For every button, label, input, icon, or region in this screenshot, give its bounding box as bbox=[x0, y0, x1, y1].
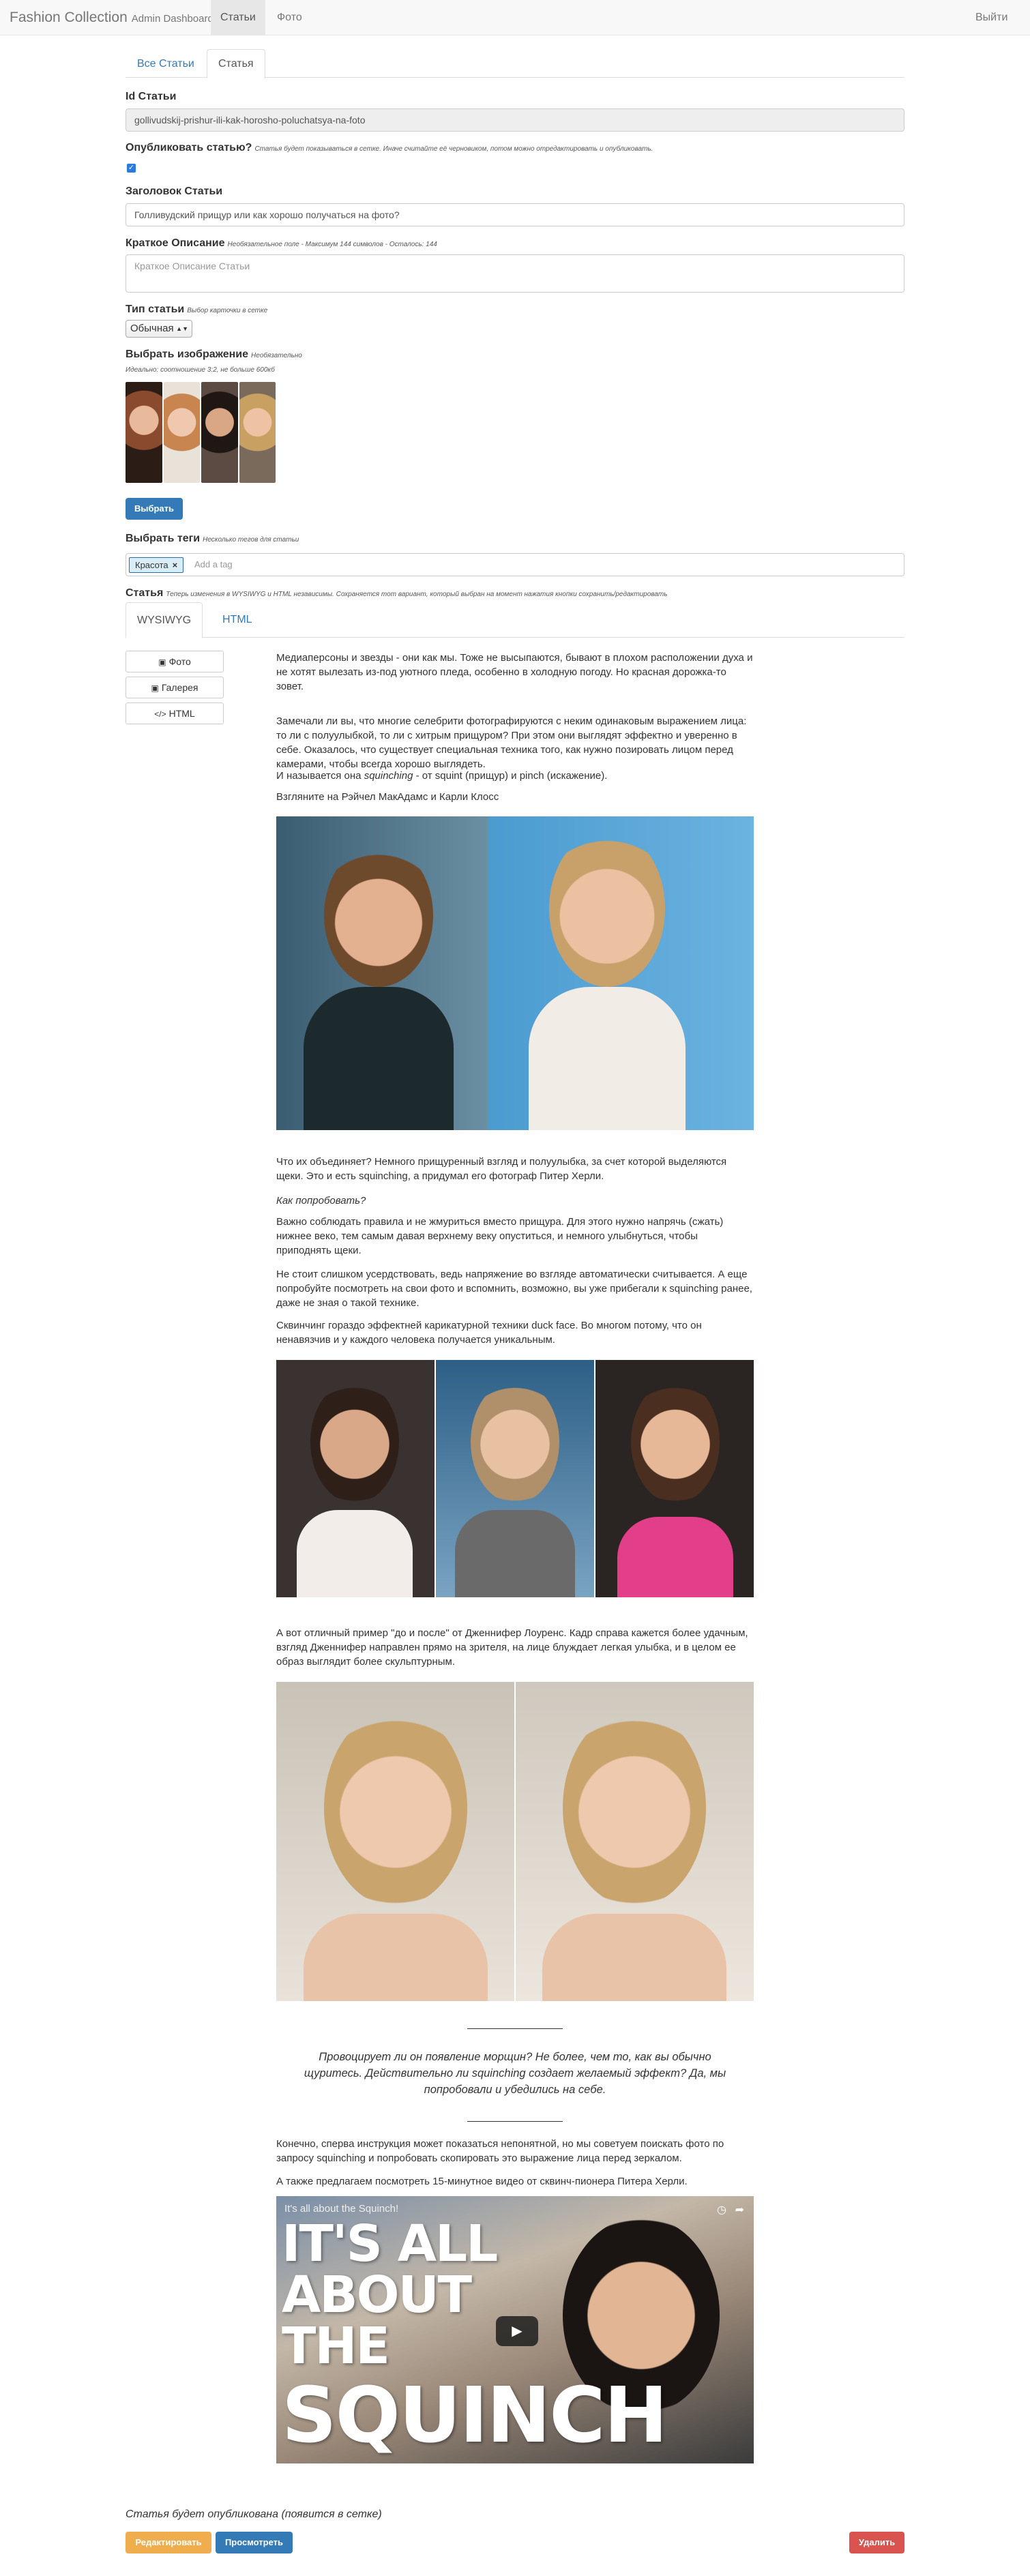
summary-label-text: Краткое Описание bbox=[126, 237, 225, 249]
image-label-text: Выбрать изображение bbox=[126, 349, 249, 360]
choose-image-button[interactable]: Выбрать bbox=[126, 498, 183, 520]
image-hint: Необязательно bbox=[251, 352, 302, 359]
brand-title: Fashion Collection bbox=[10, 10, 128, 25]
gallery-icon: ▣ bbox=[151, 683, 159, 693]
tags-input[interactable]: Красота × Add a tag bbox=[126, 553, 904, 576]
tab-article[interactable]: Статья bbox=[207, 49, 265, 78]
id-label: Id Статьи bbox=[126, 91, 177, 102]
brand[interactable]: Fashion Collection Admin Dashboard bbox=[10, 0, 214, 35]
article-tabs: Все Статьи Статья bbox=[126, 49, 904, 78]
insert-gallery-label: Галерея bbox=[161, 682, 198, 693]
delete-button[interactable]: Удалить bbox=[849, 2532, 904, 2553]
insert-html-label: HTML bbox=[168, 708, 195, 719]
article-image-mcadams-kloss[interactable] bbox=[276, 816, 754, 1130]
publish-status-note: Статья будет опубликована (появится в се… bbox=[126, 2508, 382, 2520]
article-paragraph[interactable]: Сквинчинг гораздо эффектней карикатурной… bbox=[276, 1318, 754, 1347]
article-paragraph[interactable]: Что их объединяет? Немного прищуренный в… bbox=[276, 1155, 754, 1183]
insert-html-button[interactable]: </> HTML bbox=[126, 702, 224, 724]
publish-hint: Статья будет показываться в сетке. Иначе… bbox=[254, 145, 653, 153]
tab-html[interactable]: HTML bbox=[211, 602, 263, 638]
publish-checkbox[interactable]: ✓ bbox=[127, 164, 136, 173]
tag-chip-label: Красота bbox=[135, 560, 168, 570]
type-hint: Выбор карточки в сетке bbox=[187, 307, 268, 314]
brand-subtitle: Admin Dashboard bbox=[131, 13, 214, 25]
tab-wysiwyg[interactable]: WYSIWYG bbox=[126, 602, 203, 638]
image-label: Выбрать изображение Необязательно bbox=[126, 349, 302, 361]
remove-tag-icon[interactable]: × bbox=[173, 560, 178, 570]
title-field[interactable]: Голливудский прищур или как хорошо получ… bbox=[126, 203, 904, 226]
id-field[interactable]: gollivudskij-prishur-ili-kak-horosho-pol… bbox=[126, 108, 904, 132]
article-paragraph[interactable]: Медиаперсоны и звезды - они как мы. Тоже… bbox=[276, 651, 754, 694]
nav-articles[interactable]: Статьи bbox=[211, 0, 265, 35]
article-paragraph[interactable]: А вот отличный пример "до и после" от Дж… bbox=[276, 1626, 754, 1669]
insert-gallery-button[interactable]: ▣ Галерея bbox=[126, 677, 224, 698]
play-icon[interactable]: ▶ bbox=[496, 2316, 538, 2346]
embedded-video[interactable]: It's all about the Squinch! ◷ ➦ IT'S ALL… bbox=[276, 2196, 754, 2463]
code-icon: </> bbox=[154, 709, 166, 719]
select-arrows-icon: ▲▼ bbox=[176, 325, 188, 332]
article-paragraph[interactable]: Не стоит слишком усердствовать, ведь нап… bbox=[276, 1267, 754, 1310]
type-select[interactable]: Обычная ▲▼ bbox=[126, 320, 192, 338]
divider-top bbox=[467, 2028, 563, 2029]
article-paragraph[interactable]: Конечно, сперва инструкция может показат… bbox=[276, 2137, 754, 2165]
nav-photos[interactable]: Фото bbox=[267, 0, 312, 35]
top-navbar: Fashion Collection Admin Dashboard Статьи… bbox=[0, 0, 1030, 35]
article-quote[interactable]: Провоцирует ли он появление морщин? Не б… bbox=[293, 2049, 737, 2098]
title-label: Заголовок Статьи bbox=[126, 186, 223, 197]
tab-all-articles[interactable]: Все Статьи bbox=[126, 49, 206, 78]
editor-tabs: WYSIWYG HTML bbox=[126, 602, 904, 638]
article-hint: Теперь изменения в WYSIWYG и HTML незави… bbox=[166, 591, 668, 598]
article-paragraph[interactable]: А также предлагаем посмотреть 15-минутно… bbox=[276, 2174, 754, 2189]
edit-button[interactable]: Редактировать bbox=[126, 2532, 211, 2553]
publish-label-text: Опубликовать статью? bbox=[126, 142, 252, 153]
article-paragraph[interactable]: Замечали ли вы, что многие селебрити фот… bbox=[276, 714, 754, 771]
article-label-text: Статья bbox=[126, 587, 164, 599]
tags-label: Выбрать теги Несколько тегов для статьи bbox=[126, 533, 299, 545]
publish-label: Опубликовать статью? Статья будет показыв… bbox=[126, 142, 653, 154]
type-label: Тип статьи Выбор карточки в сетке bbox=[126, 304, 267, 316]
divider-bottom bbox=[467, 2121, 563, 2122]
share-icon[interactable]: ➦ bbox=[735, 2203, 744, 2217]
tag-chip: Красота × bbox=[129, 557, 184, 573]
video-text-line: THE bbox=[282, 2317, 390, 2375]
cover-image-preview bbox=[126, 382, 276, 483]
type-label-text: Тип статьи bbox=[126, 304, 185, 315]
video-text-line: IT'S ALL bbox=[282, 2215, 498, 2273]
article-paragraph[interactable]: Взгляните на Рэйчел МакАдамс и Карли Кло… bbox=[276, 790, 754, 804]
logout-link[interactable]: Выйти bbox=[966, 0, 1017, 35]
summary-textarea[interactable]: Краткое Описание Статьи bbox=[126, 254, 904, 293]
article-label: Статья Теперь изменения в WYSIWYG и HTML … bbox=[126, 587, 667, 599]
video-text-line: ABOUT bbox=[282, 2266, 472, 2324]
image-note: Идеально: соотношение 3:2, не больше 600… bbox=[126, 366, 275, 374]
preview-button[interactable]: Просмотреть bbox=[216, 2532, 293, 2553]
type-select-value: Обычная bbox=[130, 323, 174, 334]
picture-icon: ▣ bbox=[158, 657, 166, 667]
insert-photo-label: Фото bbox=[168, 656, 191, 667]
video-title: It's all about the Squinch! bbox=[284, 2203, 399, 2215]
article-paragraph[interactable]: Как попробовать? bbox=[276, 1194, 754, 1208]
summary-label: Краткое Описание Необязательное поле - Ма… bbox=[126, 237, 437, 250]
article-image-three-celebrities[interactable] bbox=[276, 1360, 754, 1597]
article-image-lawrence-before-after[interactable] bbox=[276, 1682, 754, 2001]
add-tag-field[interactable]: Add a tag bbox=[194, 554, 233, 576]
clock-icon[interactable]: ◷ bbox=[717, 2203, 726, 2217]
summary-hint: Необязательное поле - Максимум 144 симво… bbox=[227, 241, 437, 248]
tags-hint: Несколько тегов для статьи bbox=[203, 536, 299, 544]
tags-label-text: Выбрать теги bbox=[126, 533, 201, 544]
article-paragraph[interactable]: Важно соблюдать правила и не жмуриться в… bbox=[276, 1215, 754, 1258]
article-paragraph[interactable]: И называется она squinching - от squint … bbox=[276, 769, 754, 783]
video-text-line: SQUINCH bbox=[282, 2371, 668, 2460]
insert-photo-button[interactable]: ▣ Фото bbox=[126, 651, 224, 672]
